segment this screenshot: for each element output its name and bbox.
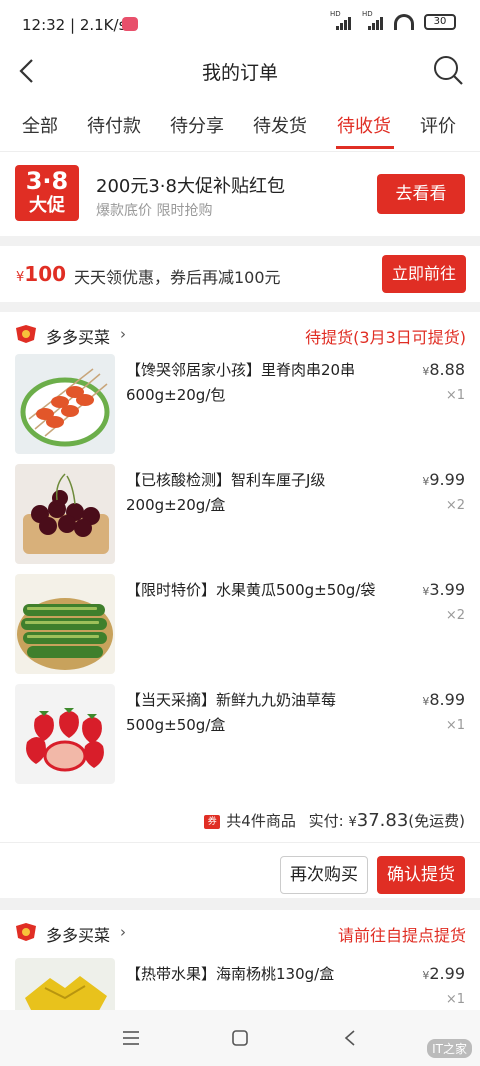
app-header: 我的订单: [0, 46, 480, 96]
product-image: [15, 574, 115, 674]
product-quantity: ×1: [445, 718, 465, 733]
order-item[interactable]: 【当天采摘】新鲜九九奶油草莓500g±50g/盒 ¥8.99 ×1: [0, 684, 480, 794]
order-item[interactable]: 【馋哭邻居家小孩】里脊肉串20串600g±20g/包 ¥8.88 ×1: [0, 354, 480, 464]
promo-logo: 3·8 大促: [15, 165, 79, 221]
product-image: [15, 958, 115, 1010]
app-notification-icon: [122, 17, 138, 31]
order-item[interactable]: 【热带水果】海南杨桃130g/盒 ¥2.99 ×1: [0, 958, 480, 1010]
coupon-banner[interactable]: ¥100 天天领优惠，券后再减100元 立即前往: [0, 246, 480, 302]
menu-icon[interactable]: [122, 1030, 140, 1046]
shop-logo-icon: [16, 325, 36, 343]
product-quantity: ×2: [445, 498, 465, 513]
promo-banner[interactable]: 3·8 大促 200元3·8大促补贴红包 爆款底价 限时抢购 去看看: [0, 152, 480, 236]
tab-all[interactable]: 全部: [22, 112, 58, 138]
product-price: ¥8.99: [422, 690, 465, 709]
coupon-tag-icon: 券: [204, 814, 221, 829]
shop-name[interactable]: 多多买菜: [46, 922, 110, 946]
chevron-right-icon[interactable]: ›: [120, 325, 126, 343]
coupon-amount: ¥100: [16, 262, 67, 286]
rebuy-button[interactable]: 再次购买: [280, 856, 368, 894]
status-bar: 12:32 | 2.1K/s HD HD 30: [0, 0, 480, 46]
product-price: ¥2.99: [422, 964, 465, 983]
signal-icon: HD: [330, 10, 352, 30]
chevron-right-icon[interactable]: ›: [120, 923, 126, 941]
wifi-icon: [394, 14, 414, 30]
order-summary: 券共4件商品 实付: ¥37.83(免运费): [204, 810, 465, 831]
status-time: 12:32 | 2.1K/s: [22, 16, 127, 34]
order-status: 请前往自提点提货: [337, 926, 466, 945]
product-name: 【当天采摘】新鲜九九奶油草莓500g±50g/盒: [126, 691, 337, 734]
coupon-go-button[interactable]: 立即前往: [382, 255, 466, 293]
back-nav-icon[interactable]: [343, 1029, 357, 1047]
search-icon[interactable]: [432, 54, 464, 86]
product-name: 【热带水果】海南杨桃130g/盒: [126, 965, 335, 983]
tab-pending-shipment[interactable]: 待发货: [253, 112, 307, 138]
order-card: 多多买菜 › 请前往自提点提货 【热带水果】海南杨桃130g/盒 ¥2.99 ×…: [0, 910, 480, 1010]
product-quantity: ×1: [445, 992, 465, 1007]
order-card: 多多买菜 › 待提货(3月3日可提货) 【馋哭邻居家小孩】里脊肉串20串600g…: [0, 312, 480, 898]
product-price: ¥3.99: [422, 580, 465, 599]
order-item[interactable]: 【已核酸检测】智利车厘子J级200g±20g/盒 ¥9.99 ×2: [0, 464, 480, 574]
product-price: ¥9.99: [422, 470, 465, 489]
home-icon[interactable]: [231, 1029, 249, 1047]
divider: [0, 842, 480, 843]
product-image: [15, 684, 115, 784]
order-status: 待提货(3月3日可提货): [305, 328, 466, 347]
promo-view-button[interactable]: 去看看: [377, 174, 465, 214]
product-quantity: ×2: [445, 608, 465, 623]
coupon-text: 天天领优惠，券后再减100元: [74, 268, 281, 287]
product-image: [15, 464, 115, 564]
watermark-logo: IT之家: [427, 1039, 472, 1058]
product-name: 【限时特价】水果黄瓜500g±50g/袋: [126, 581, 376, 599]
product-image: [15, 354, 115, 454]
system-nav-bar: IT之家: [0, 1010, 480, 1066]
page-title: 我的订单: [201, 62, 278, 84]
signal-icon-2: HD: [362, 10, 384, 30]
confirm-pickup-button[interactable]: 确认提货: [377, 856, 465, 894]
product-price: ¥8.88: [422, 360, 465, 379]
product-quantity: ×1: [445, 388, 465, 403]
tab-pending-receipt[interactable]: 待收货: [337, 112, 391, 138]
active-tab-indicator: [336, 146, 394, 149]
shop-name[interactable]: 多多买菜: [46, 324, 110, 348]
tab-pending-share[interactable]: 待分享: [170, 112, 224, 138]
order-total: 37.83: [356, 810, 409, 831]
order-tabs: 全部 待付款 待分享 待发货 待收货 评价: [0, 96, 480, 152]
battery-icon: 30: [424, 14, 456, 30]
product-name: 【已核酸检测】智利车厘子J级200g±20g/盒: [126, 471, 326, 514]
tab-review[interactable]: 评价: [420, 112, 456, 138]
tab-pending-payment[interactable]: 待付款: [87, 112, 141, 138]
shop-logo-icon: [16, 923, 36, 941]
promo-subtitle: 爆款底价 限时抢购: [96, 203, 213, 219]
order-item[interactable]: 【限时特价】水果黄瓜500g±50g/袋 ¥3.99 ×2: [0, 574, 480, 684]
promo-title: 200元3·8大促补贴红包: [96, 176, 285, 197]
product-name: 【馋哭邻居家小孩】里脊肉串20串600g±20g/包: [126, 361, 356, 404]
